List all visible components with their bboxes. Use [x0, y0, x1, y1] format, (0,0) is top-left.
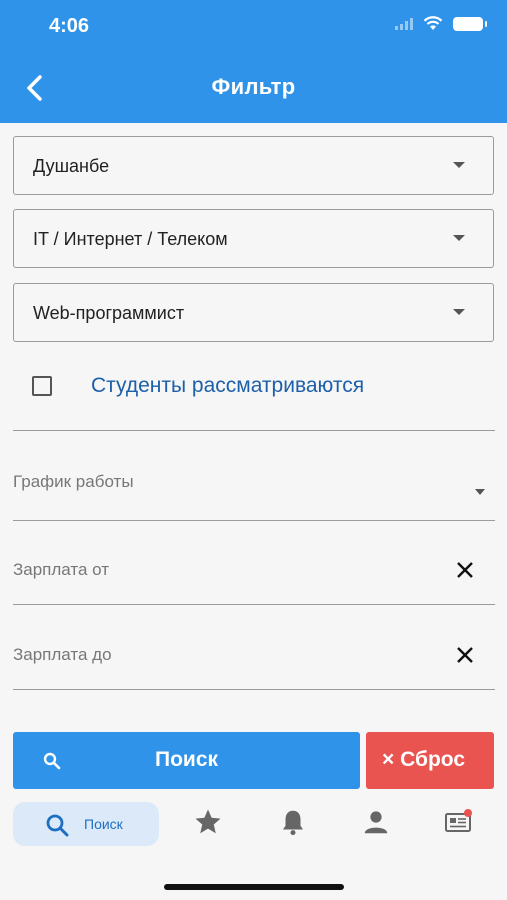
reset-button-label: × Сброс [382, 748, 466, 771]
app-bar: 4:06 Фильтр [0, 0, 507, 123]
search-button[interactable]: Поиск [13, 732, 360, 789]
industry-value: IT / Интернет / Телеком [33, 229, 228, 249]
status-icons [395, 16, 487, 31]
city-value: Душанбе [33, 156, 110, 176]
bell-icon[interactable] [278, 807, 308, 837]
position-dropdown[interactable]: Web-программист [13, 283, 494, 342]
bottom-nav: Поиск [0, 795, 507, 855]
dropdown-arrow-icon [453, 162, 465, 168]
battery-icon [453, 16, 487, 31]
position-value: Web-программист [33, 303, 185, 323]
wifi-icon [423, 16, 443, 30]
students-label[interactable]: Студенты рассматриваются [91, 374, 364, 398]
home-indicator [164, 884, 344, 890]
schedule-label: График работы [13, 472, 134, 491]
person-icon[interactable] [361, 807, 391, 837]
dropdown-arrow-icon [453, 309, 465, 315]
nav-search-label: Поиск [84, 816, 123, 832]
star-icon[interactable] [193, 807, 223, 837]
reset-button[interactable]: × Сброс [366, 732, 494, 789]
dropdown-arrow-icon [475, 489, 485, 495]
dropdown-arrow-icon [453, 235, 465, 241]
industry-dropdown[interactable]: IT / Интернет / Телеком [13, 209, 494, 268]
notification-badge [464, 809, 472, 817]
news-icon[interactable] [444, 807, 474, 837]
salary-to-label: Зарплата до [13, 645, 112, 664]
status-time: 4:06 [49, 15, 90, 37]
clear-salary-from-icon[interactable] [454, 559, 476, 581]
students-checkbox[interactable] [32, 376, 52, 396]
salary-to-underline [13, 689, 495, 690]
page-title: Фильтр [211, 74, 296, 99]
schedule-underline [13, 520, 495, 521]
search-icon [46, 814, 69, 837]
signal-icon [395, 17, 413, 30]
salary-from-label: Зарплата от [13, 560, 110, 579]
search-button-label: Поиск [154, 748, 219, 771]
clear-salary-to-icon[interactable] [454, 644, 476, 666]
nav-search-tab[interactable]: Поиск [13, 802, 159, 846]
city-dropdown[interactable]: Душанбе [13, 136, 494, 195]
salary-from-underline [13, 604, 495, 605]
divider [13, 430, 495, 431]
